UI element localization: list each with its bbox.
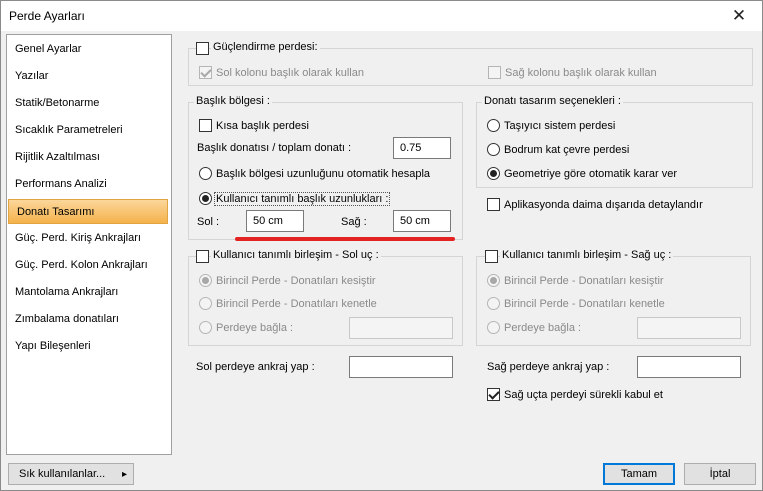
user-length-label: Kullanıcı tanımlı başlık uzunlukları : [214,192,391,206]
kisa-baslik-label: Kısa başlık perdesi [216,120,309,132]
sol-uc-perdeye-bagla-input[interactable] [349,317,453,339]
baslik-bolgesi-title: Başlık bölgesi : [194,95,272,107]
sag-length-label: Sağ : [341,216,367,228]
sag-kolonu-checkbox[interactable] [488,66,501,79]
tasiyici-sistem-radio[interactable] [487,119,500,132]
close-icon[interactable]: ✕ [716,1,762,31]
sol-ankraj-label: Sol perdeye ankraj yap : [196,361,315,373]
sol-uc-perdeye-bagla-radio[interactable] [199,321,212,334]
sag-uc-title: Kullanıcı tanımlı birleşim - Sağ uç : [500,249,674,261]
sol-uc-kesistir-label: Birincil Perde - Donatıları kesiştir [216,275,376,287]
cancel-button[interactable]: İptal [684,463,756,485]
surekli-label: Sağ uçta perdeyi sürekli kabul et [504,389,663,401]
sag-ankraj-label: Sağ perdeye ankraj yap : [487,361,610,373]
sol-length-input[interactable] [246,210,304,232]
sidebar-item-performans-analizi[interactable]: Performans Analizi [7,172,171,197]
ratio-input[interactable] [393,137,451,159]
sag-length-input[interactable] [393,210,451,232]
bodrum-kat-radio[interactable] [487,143,500,156]
guclendirme-checkbox[interactable] [196,42,209,55]
frequent-button[interactable]: Sık kullanılanlar... ▸ [8,463,134,485]
sag-uc-checkbox[interactable] [485,250,498,263]
sol-kolonu-checkbox[interactable] [199,66,212,79]
guclendirme-title: Güçlendirme perdesi: [211,41,320,53]
sidebar-item-yazilar[interactable]: Yazılar [7,64,171,89]
sol-length-label: Sol : [197,216,220,228]
sidebar-item-kiris-ankrajlari[interactable]: Güç. Perd. Kiriş Ankrajları [7,226,171,251]
sol-uc-checkbox[interactable] [196,250,209,263]
sidebar-item-sicaklik-parametreleri[interactable]: Sıcaklık Parametreleri [7,118,171,143]
sag-uc-kenetle-label: Birincil Perde - Donatıları kenetle [504,298,665,310]
sag-uc-perdeye-bagla-input[interactable] [637,317,741,339]
dialog-window: Perde Ayarları ✕ Genel Ayarlar Yazılar S… [0,0,763,491]
sag-ankraj-input[interactable] [637,356,741,378]
sag-uc-kesistir-radio[interactable] [487,274,500,287]
sidebar-item-statik-betonarme[interactable]: Statik/Betonarme [7,91,171,116]
sol-uc-title: Kullanıcı tanımlı birleşim - Sol uç : [211,249,381,261]
geometriye-gore-label: Geometriye göre otomatik karar ver [504,168,678,180]
sag-uc-kesistir-label: Birincil Perde - Donatıları kesiştir [504,275,664,287]
sidebar-item-kolon-ankrajlari[interactable]: Güç. Perd. Kolon Ankrajları [7,253,171,278]
auto-length-radio[interactable] [199,167,212,180]
sidebar-item-zimbalama-donatilari[interactable]: Zımbalama donatıları [7,307,171,332]
sag-uc-perdeye-bagla-radio[interactable] [487,321,500,334]
sol-uc-perdeye-bagla-label: Perdeye bağla : [216,322,294,334]
frequent-button-label: Sık kullanılanlar... [19,468,106,480]
window-title: Perde Ayarları [9,9,85,23]
annotation-underline [235,237,455,241]
sol-kolonu-label: Sol kolonu başlık olarak kullan [216,67,364,79]
sidebar-item-genel-ayarlar[interactable]: Genel Ayarlar [7,37,171,62]
title-bar: Perde Ayarları ✕ [1,1,762,31]
sol-ankraj-input[interactable] [349,356,453,378]
sag-uc-kenetle-radio[interactable] [487,297,500,310]
chevron-right-icon: ▸ [121,468,127,480]
sidebar-item-donati-tasarimi[interactable]: Donatı Tasarımı [8,199,168,224]
tasiyici-sistem-label: Taşıyıcı sistem perdesi [504,120,616,132]
aplikasyon-label: Aplikasyonda daima dışarıda detaylandır [504,199,703,211]
auto-length-label: Başlık bölgesi uzunluğunu otomatik hesap… [216,168,431,180]
sag-uc-perdeye-bagla-label: Perdeye bağla : [504,322,582,334]
sol-uc-kesistir-radio[interactable] [199,274,212,287]
geometriye-gore-radio[interactable] [487,167,500,180]
bodrum-kat-label: Bodrum kat çevre perdesi [504,144,630,156]
sol-uc-kenetle-label: Birincil Perde - Donatıları kenetle [216,298,377,310]
sidebar-item-yapi-bilesenleri[interactable]: Yapı Bileşenleri [7,334,171,359]
sol-uc-kenetle-radio[interactable] [199,297,212,310]
sidebar-item-rijitlik-azaltilmasi[interactable]: Rijitlik Azaltılması [7,145,171,170]
kisa-baslik-checkbox[interactable] [199,119,212,132]
aplikasyon-checkbox[interactable] [487,198,500,211]
sidebar-item-mantolama-ankrajlari[interactable]: Mantolama Ankrajları [7,280,171,305]
donati-tasarim-title: Donatı tasarım seçenekleri : [482,95,623,107]
settings-sidebar: Genel Ayarlar Yazılar Statik/Betonarme S… [6,34,172,455]
user-length-radio[interactable] [199,192,212,205]
sag-kolonu-label: Sağ kolonu başlık olarak kullan [505,67,657,79]
surekli-checkbox[interactable] [487,388,500,401]
ok-button[interactable]: Tamam [603,463,675,485]
ratio-label: Başlık donatısı / toplam donatı : [197,142,352,154]
